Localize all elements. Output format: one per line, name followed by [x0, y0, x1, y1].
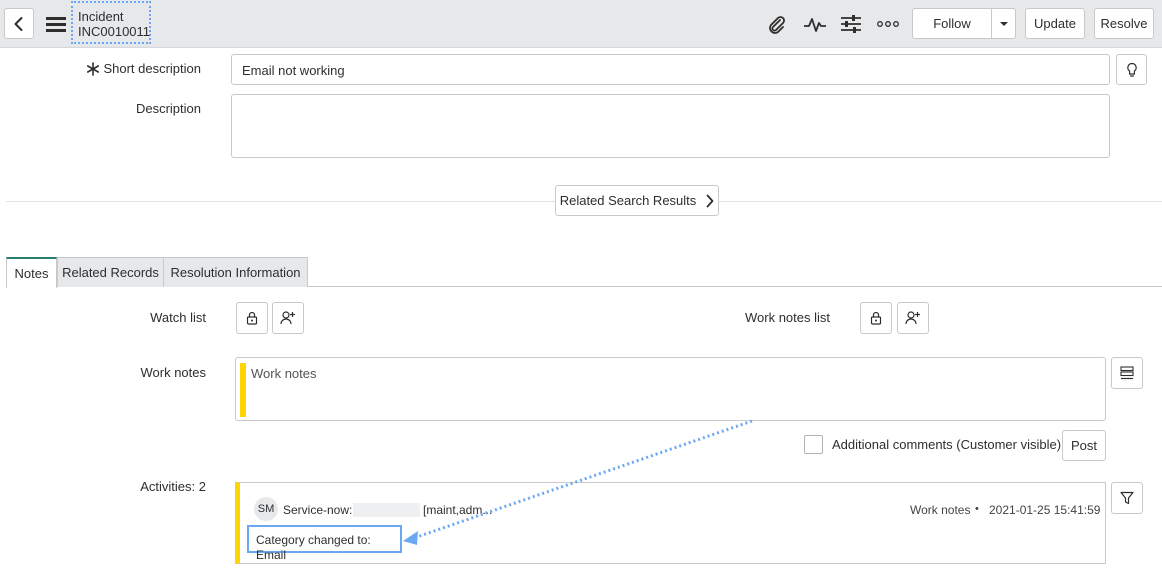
annotation-arrow: [403, 419, 753, 545]
